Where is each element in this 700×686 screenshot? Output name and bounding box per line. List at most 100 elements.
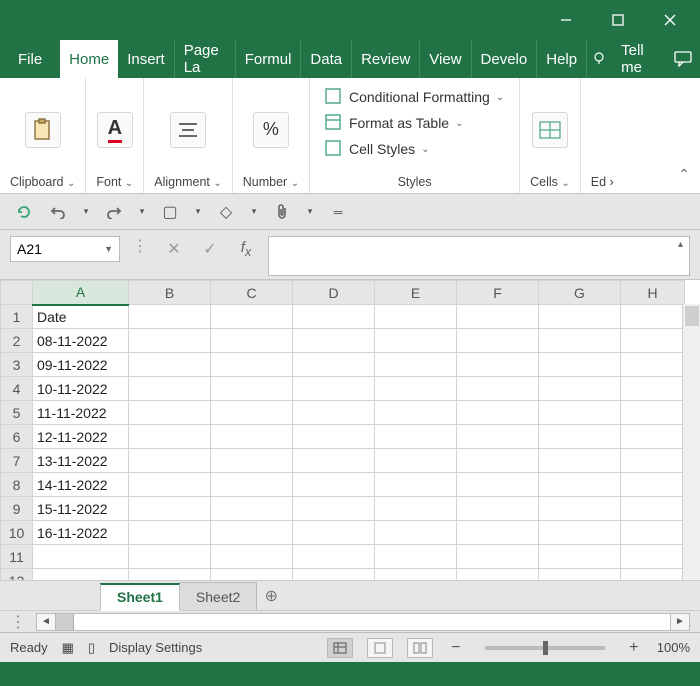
column-header-D[interactable]: D [293,281,375,305]
column-header-C[interactable]: C [211,281,293,305]
cell-B5[interactable] [129,401,211,425]
cell-B1[interactable] [129,305,211,329]
redo-icon[interactable] [102,200,126,224]
cell-D9[interactable] [293,497,375,521]
cell-F9[interactable] [457,497,539,521]
column-header-F[interactable]: F [457,281,539,305]
cancel-icon[interactable]: ✕ [160,236,188,262]
cell-F3[interactable] [457,353,539,377]
format-as-table-button[interactable]: Format as Table ⌄ [323,110,506,136]
cell-B4[interactable] [129,377,211,401]
number-icon[interactable]: % [253,112,289,148]
cell-D7[interactable] [293,449,375,473]
row-header-3[interactable]: 3 [1,353,33,377]
cell-F2[interactable] [457,329,539,353]
cells-icon[interactable] [532,112,568,148]
cell-B10[interactable] [129,521,211,545]
cell-H10[interactable] [621,521,685,545]
cell-G8[interactable] [539,473,621,497]
formula-input[interactable] [268,236,690,276]
cell-H3[interactable] [621,353,685,377]
comments-icon[interactable] [667,40,700,78]
refresh-icon[interactable] [12,200,36,224]
cell-B3[interactable] [129,353,211,377]
cell-C5[interactable] [211,401,293,425]
horizontal-scrollbar[interactable] [56,613,670,631]
cell-D2[interactable] [293,329,375,353]
cell-A5[interactable]: 11-11-2022 [33,401,129,425]
cell-C7[interactable] [211,449,293,473]
cell-B6[interactable] [129,425,211,449]
cell-C2[interactable] [211,329,293,353]
cell-H8[interactable] [621,473,685,497]
cell-G6[interactable] [539,425,621,449]
cell-A8[interactable]: 14-11-2022 [33,473,129,497]
cell-F7[interactable] [457,449,539,473]
cell-D1[interactable] [293,305,375,329]
cell-C9[interactable] [211,497,293,521]
paste-icon[interactable] [25,112,61,148]
cell-H4[interactable] [621,377,685,401]
cell-C3[interactable] [211,353,293,377]
cell-G5[interactable] [539,401,621,425]
tab-insert[interactable]: Insert [118,40,175,78]
row-header-8[interactable]: 8 [1,473,33,497]
scroll-left-button[interactable]: ◄ [36,613,56,631]
cell-B7[interactable] [129,449,211,473]
view-page-break-button[interactable] [407,638,433,658]
cell-H2[interactable] [621,329,685,353]
tab-help[interactable]: Help [537,40,587,78]
cell-F4[interactable] [457,377,539,401]
accessibility-icon[interactable]: ▦ [62,640,74,656]
cell-G1[interactable] [539,305,621,329]
row-header-11[interactable]: 11 [1,545,33,569]
font-icon[interactable]: A [97,112,133,148]
row-header-9[interactable]: 9 [1,497,33,521]
row-header-2[interactable]: 2 [1,329,33,353]
cell-D12[interactable] [293,569,375,581]
cell-G9[interactable] [539,497,621,521]
cell-E7[interactable] [375,449,457,473]
tab-review[interactable]: Review [352,40,420,78]
window-close-button[interactable] [648,5,692,35]
cell-A6[interactable]: 12-11-2022 [33,425,129,449]
tab-file[interactable]: File [0,40,60,78]
cell-G2[interactable] [539,329,621,353]
select-all-corner[interactable] [1,281,33,305]
cell-D3[interactable] [293,353,375,377]
collapse-ribbon-icon[interactable]: ⌃ [678,166,690,183]
cell-B11[interactable] [129,545,211,569]
cell-F1[interactable] [457,305,539,329]
cell-C8[interactable] [211,473,293,497]
add-sheet-button[interactable]: ⊕ [256,582,286,610]
cell-E9[interactable] [375,497,457,521]
alignment-icon[interactable] [170,112,206,148]
cell-B2[interactable] [129,329,211,353]
column-header-H[interactable]: H [621,281,685,305]
undo-icon[interactable] [46,200,70,224]
cell-H11[interactable] [621,545,685,569]
row-header-4[interactable]: 4 [1,377,33,401]
cell-B8[interactable] [129,473,211,497]
cell-G12[interactable] [539,569,621,581]
cell-styles-button[interactable]: Cell Styles ⌄ [323,136,506,162]
row-header-6[interactable]: 6 [1,425,33,449]
attach-icon[interactable] [270,200,294,224]
cell-D4[interactable] [293,377,375,401]
cell-E10[interactable] [375,521,457,545]
qat-overflow[interactable]: ═ [326,200,350,224]
cell-G4[interactable] [539,377,621,401]
display-settings-label[interactable]: Display Settings [109,640,202,655]
tab-developer[interactable]: Develo [472,40,538,78]
cell-C11[interactable] [211,545,293,569]
conditional-formatting-button[interactable]: Conditional Formatting ⌄ [323,84,506,110]
zoom-level[interactable]: 100% [657,640,690,655]
cell-A11[interactable] [33,545,129,569]
cell-D5[interactable] [293,401,375,425]
cell-A7[interactable]: 13-11-2022 [33,449,129,473]
cell-A2[interactable]: 08-11-2022 [33,329,129,353]
name-box[interactable]: A21▼ [10,236,120,262]
cell-E4[interactable] [375,377,457,401]
row-header-10[interactable]: 10 [1,521,33,545]
cell-D11[interactable] [293,545,375,569]
